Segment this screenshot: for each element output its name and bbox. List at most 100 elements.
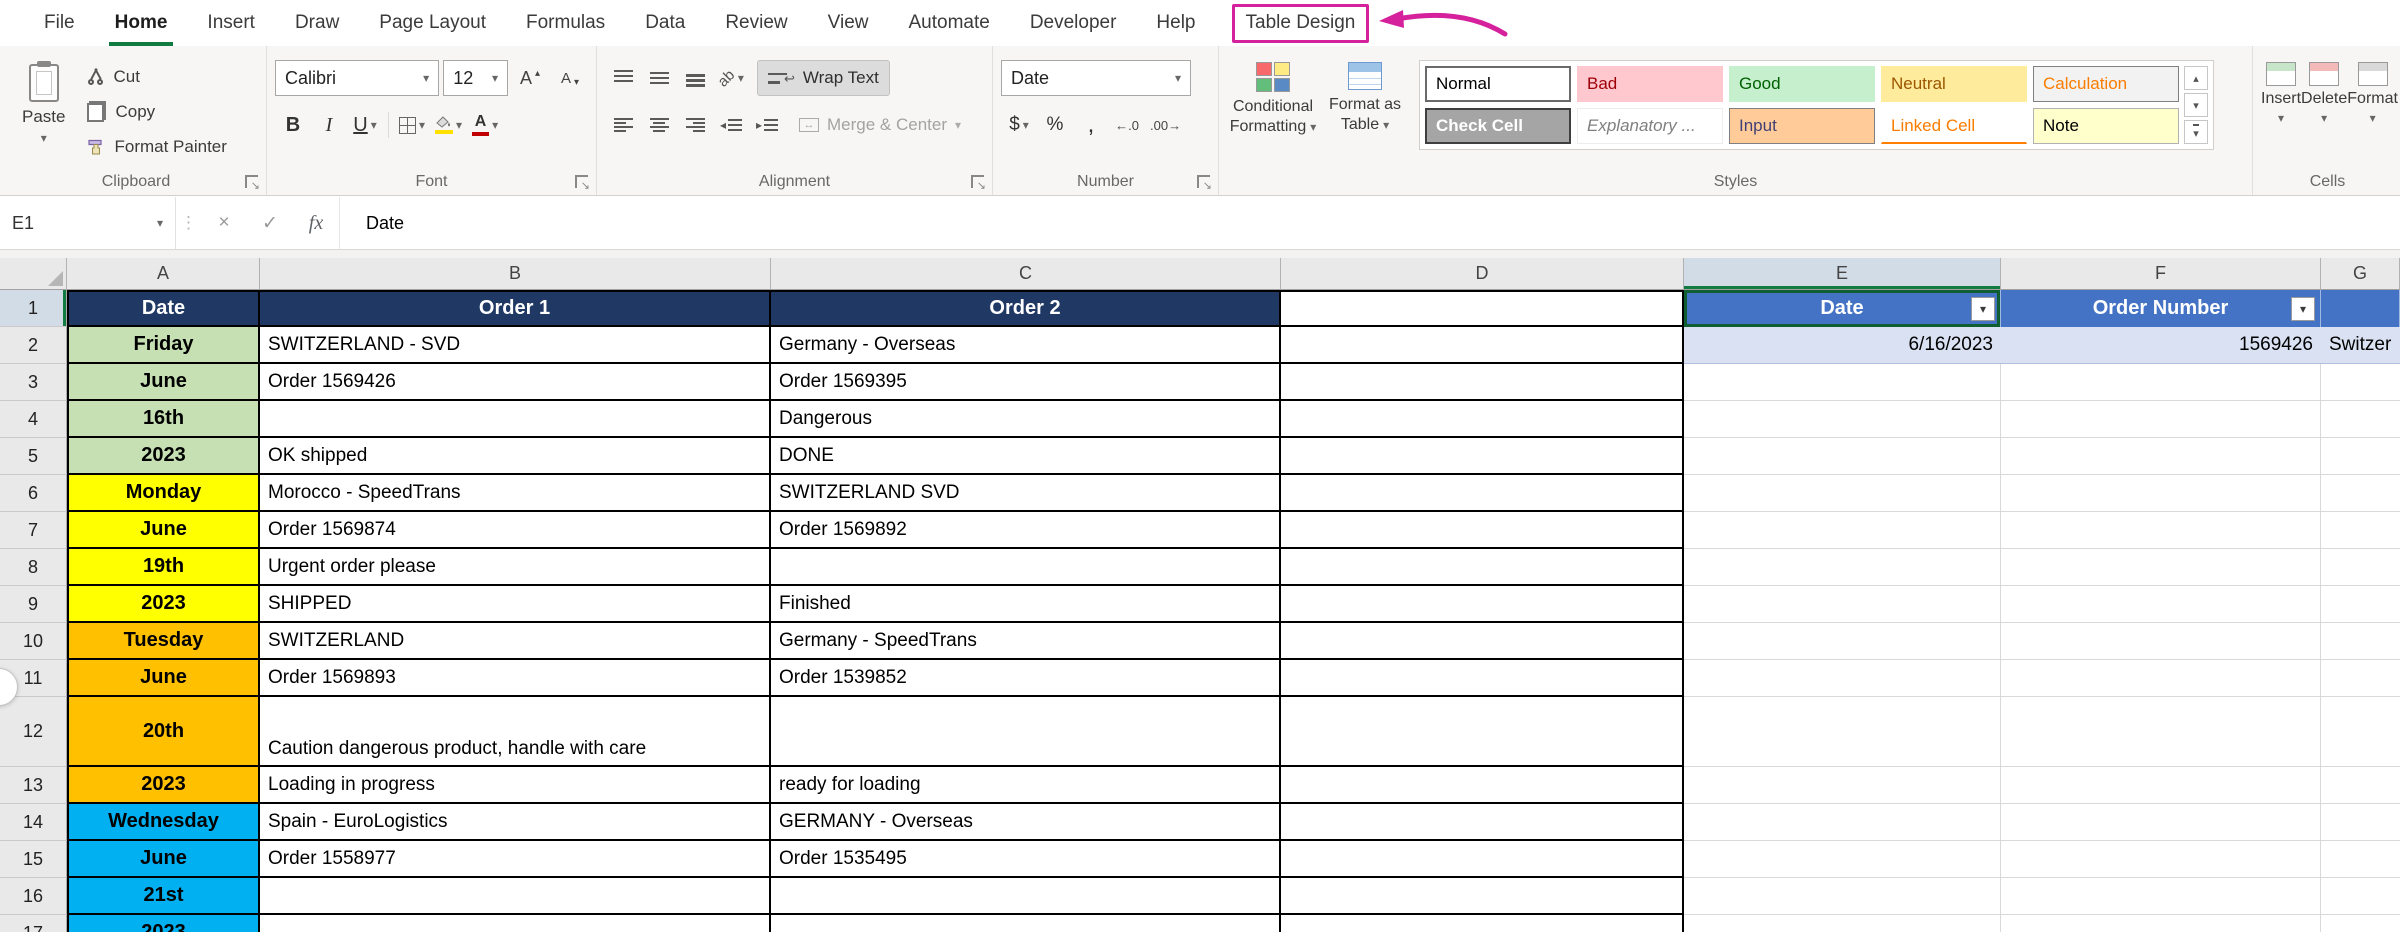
cell-col-a[interactable]: 19th [67, 549, 260, 586]
cell-col-c[interactable]: Dangerous [771, 401, 1281, 438]
cell-col-b[interactable]: Caution dangerous product, handle with c… [260, 697, 771, 767]
cell-col-f[interactable] [2001, 438, 2321, 475]
cell-col-b[interactable]: Loading in progress [260, 767, 771, 804]
row-header[interactable]: 6 [0, 475, 67, 512]
cell-col-a[interactable]: June [67, 841, 260, 878]
cell-col-e[interactable] [1684, 841, 2001, 878]
decrease-indent-button[interactable]: ◂ [713, 108, 749, 142]
cut-button[interactable]: Cut [81, 60, 232, 93]
cell-col-d[interactable] [1281, 438, 1684, 475]
percent-style-button[interactable]: % [1037, 108, 1073, 142]
delete-cells-button[interactable]: Delete ▾ [2301, 60, 2347, 124]
cell-col-e[interactable] [1684, 660, 2001, 697]
cell-col-e[interactable] [1684, 767, 2001, 804]
gallery-scroll-down-button[interactable]: ▾ [2184, 93, 2208, 117]
cell-col-f[interactable] [2001, 364, 2321, 401]
cell-col-f[interactable]: 1569426 [2001, 327, 2321, 364]
formula-bar-grip[interactable]: ⋮ [176, 197, 201, 249]
cell-col-g[interactable] [2321, 804, 2400, 841]
orientation-button[interactable]: ab ▾ [713, 61, 749, 95]
cell-col-a[interactable]: 2023 [67, 915, 260, 932]
cell-col-g[interactable] [2321, 660, 2400, 697]
cell-col-a[interactable]: 16th [67, 401, 260, 438]
cell-col-b[interactable]: SWITZERLAND - SVD [260, 327, 771, 364]
cell-col-e[interactable] [1684, 512, 2001, 549]
middle-align-button[interactable] [641, 61, 677, 95]
cell-style-linked-cell[interactable]: Linked Cell [1881, 108, 2027, 144]
conditional-formatting-button[interactable]: Conditional Formatting ▾ [1227, 60, 1319, 139]
tab-view[interactable]: View [808, 0, 889, 46]
cell-col-b[interactable]: Order 1569893 [260, 660, 771, 697]
cell-col-f[interactable] [2001, 586, 2321, 623]
column-header-D[interactable]: D [1281, 258, 1684, 290]
row-header[interactable]: 12 [0, 697, 67, 767]
dialog-launcher-number[interactable] [1197, 175, 1212, 192]
copy-button[interactable]: Copy [81, 95, 232, 128]
borders-button[interactable]: ▾ [394, 108, 430, 142]
cell-A1[interactable]: Date [67, 290, 260, 327]
tab-table-design[interactable]: Table Design [1226, 0, 1376, 46]
cell-col-a[interactable]: Monday [67, 475, 260, 512]
column-header-G[interactable]: G [2321, 258, 2400, 290]
cell-col-d[interactable] [1281, 549, 1684, 586]
cell-col-f[interactable] [2001, 878, 2321, 915]
cell-col-b[interactable] [260, 401, 771, 438]
cell-col-e[interactable] [1684, 475, 2001, 512]
dialog-launcher-font[interactable] [575, 175, 590, 192]
cell-col-a[interactable]: 20th [67, 697, 260, 767]
increase-decimal-button[interactable]: ←.0 [1109, 108, 1145, 142]
cell-col-g[interactable] [2321, 401, 2400, 438]
cell-col-a[interactable]: June [67, 660, 260, 697]
row-header[interactable]: 8 [0, 549, 67, 586]
cell-col-c[interactable] [771, 697, 1281, 767]
cell-col-d[interactable] [1281, 327, 1684, 364]
paste-button[interactable]: Paste ▾ [14, 60, 73, 163]
tab-help[interactable]: Help [1136, 0, 1215, 46]
cell-col-a[interactable]: June [67, 364, 260, 401]
cell-col-a[interactable]: 21st [67, 878, 260, 915]
insert-cells-button[interactable]: Insert ▾ [2261, 60, 2301, 124]
cell-col-g[interactable] [2321, 623, 2400, 660]
cell-col-e[interactable] [1684, 804, 2001, 841]
cell-col-e[interactable] [1684, 697, 2001, 767]
cell-col-g[interactable] [2321, 841, 2400, 878]
align-center-button[interactable] [641, 108, 677, 142]
cell-col-g[interactable] [2321, 438, 2400, 475]
cancel-button[interactable]: × [201, 197, 247, 249]
cell-col-g[interactable] [2321, 475, 2400, 512]
cell-style-input[interactable]: Input [1729, 108, 1875, 144]
fill-color-button[interactable]: ▾ [430, 108, 467, 142]
cell-col-f[interactable] [2001, 512, 2321, 549]
underline-button[interactable]: U ▾ [347, 108, 383, 142]
cell-col-f[interactable] [2001, 549, 2321, 586]
cell-col-d[interactable] [1281, 804, 1684, 841]
cell-col-f[interactable] [2001, 804, 2321, 841]
cell-col-a[interactable]: Friday [67, 327, 260, 364]
cell-col-b[interactable] [260, 915, 771, 932]
cell-col-c[interactable]: Finished [771, 586, 1281, 623]
cell-col-b[interactable]: SWITZERLAND [260, 623, 771, 660]
cell-B1[interactable]: Order 1 [260, 290, 771, 327]
accounting-format-button[interactable]: $ ▾ [1001, 108, 1037, 142]
cell-col-f[interactable] [2001, 841, 2321, 878]
cell-col-e[interactable] [1684, 364, 2001, 401]
cell-col-f[interactable] [2001, 401, 2321, 438]
row-header[interactable]: 2 [0, 327, 67, 364]
format-cells-button[interactable]: Format ▾ [2347, 60, 2398, 124]
tab-formulas[interactable]: Formulas [506, 0, 625, 46]
cell-col-c[interactable]: Order 1569892 [771, 512, 1281, 549]
cell-E1-selected[interactable]: Date ▾ [1684, 290, 2001, 327]
cell-col-b[interactable]: Urgent order please [260, 549, 771, 586]
cell-col-d[interactable] [1281, 697, 1684, 767]
tab-home[interactable]: Home [95, 0, 188, 46]
cell-col-d[interactable] [1281, 475, 1684, 512]
tab-data[interactable]: Data [625, 0, 705, 46]
cell-col-a[interactable]: 2023 [67, 767, 260, 804]
cell-col-b[interactable]: Morocco - SpeedTrans [260, 475, 771, 512]
cell-col-g[interactable] [2321, 915, 2400, 932]
font-color-button[interactable]: A ▾ [467, 108, 503, 142]
tab-review[interactable]: Review [705, 0, 807, 46]
cell-col-g[interactable]: Switzer [2321, 327, 2400, 364]
select-all-corner[interactable] [0, 258, 67, 290]
cell-col-c[interactable]: Germany - SpeedTrans [771, 623, 1281, 660]
